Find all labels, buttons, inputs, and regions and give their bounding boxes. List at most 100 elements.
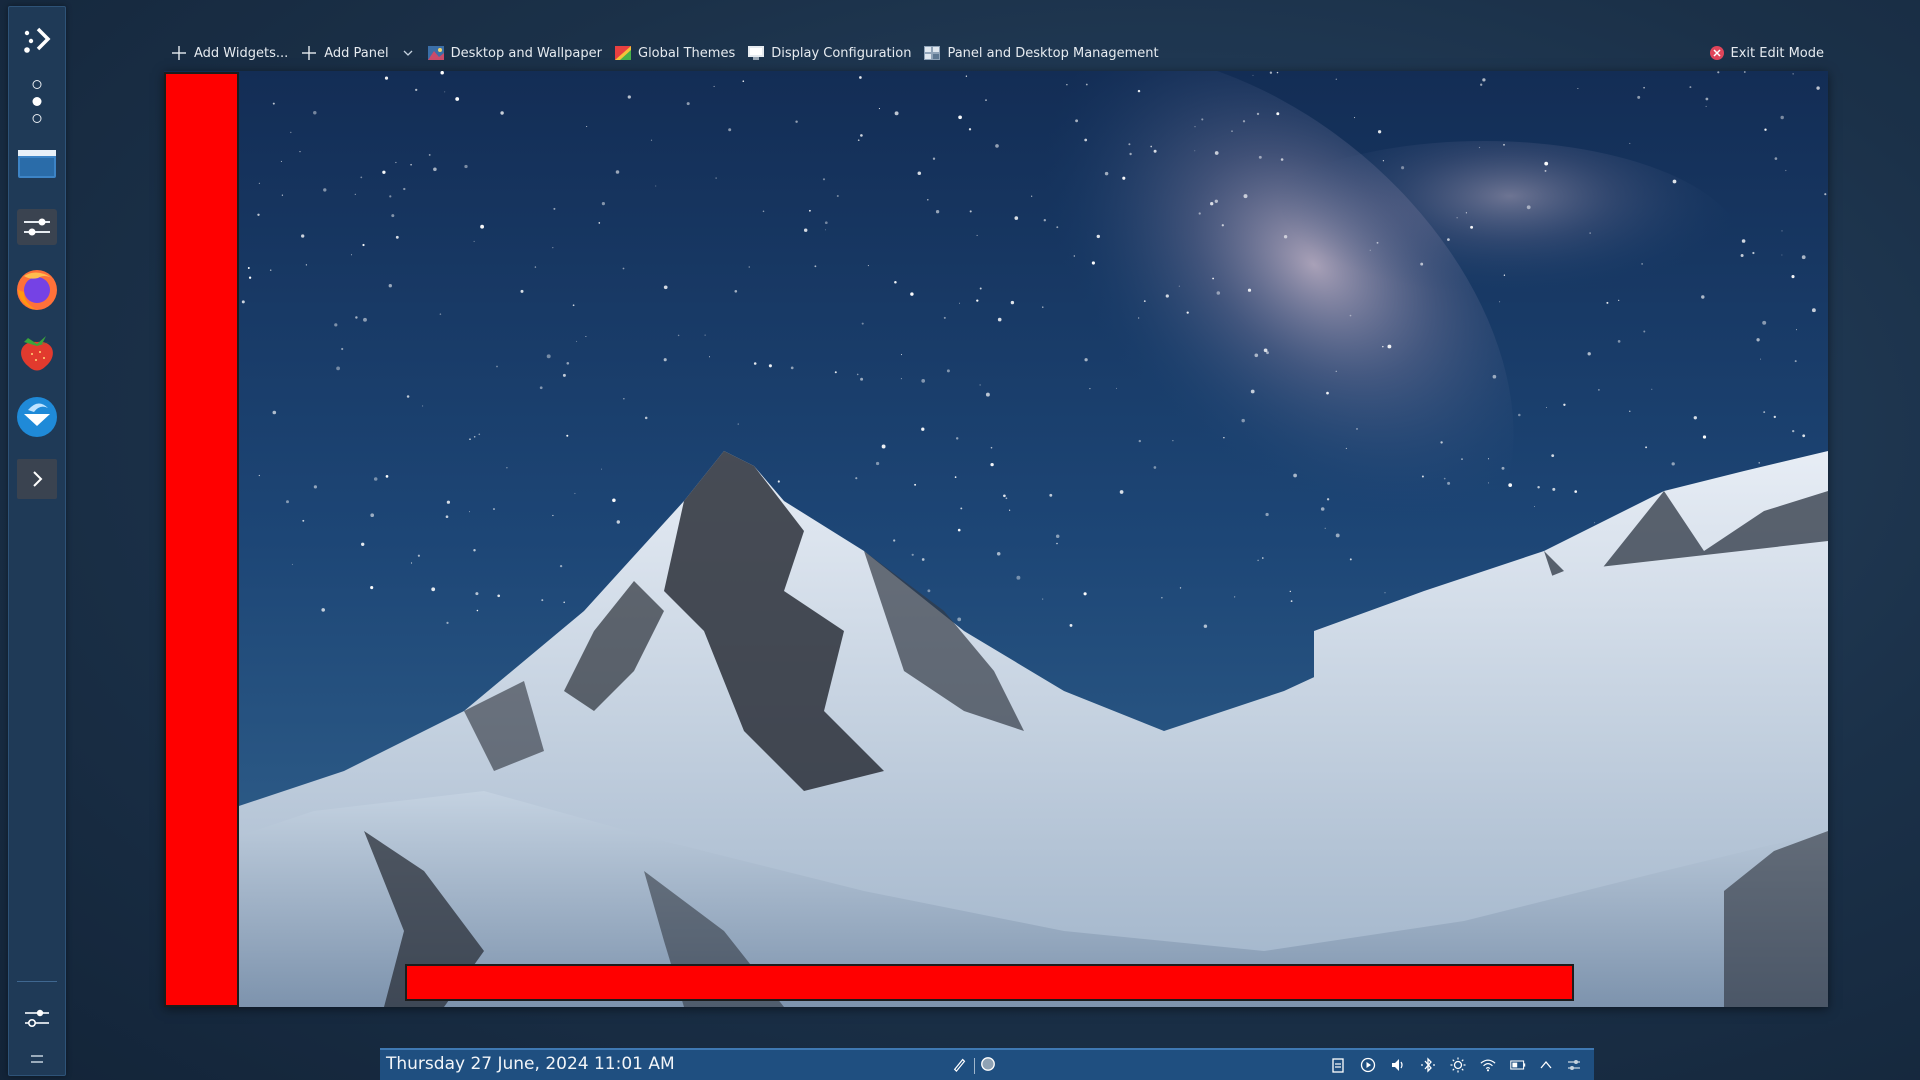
star	[500, 111, 504, 115]
exit-edit-mode-button[interactable]: Exit Edit Mode	[1705, 39, 1828, 67]
star	[1760, 358, 1762, 360]
panel-desktop-management-label: Panel and Desktop Management	[947, 45, 1159, 61]
star	[395, 235, 399, 239]
desktop-1-dot[interactable]	[32, 80, 42, 89]
star	[422, 405, 424, 407]
star	[1186, 311, 1189, 314]
star	[286, 500, 289, 504]
media-player-icon	[1360, 1057, 1376, 1073]
star	[601, 468, 602, 470]
star	[1534, 506, 1535, 507]
star	[475, 592, 479, 596]
wallpaper-icon	[427, 46, 444, 60]
star	[406, 395, 410, 398]
star	[1084, 358, 1088, 362]
star	[1480, 83, 1483, 86]
star	[1056, 226, 1059, 229]
desktop-wallpaper-button[interactable]: Desktop and Wallpaper	[423, 39, 606, 67]
star	[1231, 130, 1233, 132]
star	[910, 292, 914, 296]
star	[562, 373, 566, 377]
display-configuration-label: Display Configuration	[771, 45, 912, 61]
star	[299, 150, 301, 153]
star	[321, 608, 325, 612]
add-panel-button[interactable]: Add Panel	[296, 39, 418, 67]
thunderbird-launcher[interactable]	[13, 393, 61, 441]
brightness-tray-icon[interactable]	[1450, 1057, 1466, 1073]
app-launcher-button[interactable]	[17, 23, 57, 59]
bottom-panel-config-button[interactable]	[1566, 1057, 1582, 1073]
desktop-3-dot[interactable]	[32, 114, 42, 123]
star	[943, 316, 946, 319]
star	[1577, 87, 1579, 89]
bluetooth-tray-icon[interactable]	[1420, 1057, 1436, 1073]
star	[506, 467, 508, 469]
star	[708, 356, 711, 358]
star	[1138, 317, 1140, 319]
file-manager-launcher[interactable]	[15, 145, 59, 183]
firefox-launcher[interactable]	[13, 265, 61, 313]
star	[1243, 194, 1248, 199]
wifi-tray-icon[interactable]	[1480, 1057, 1496, 1073]
expand-panel-button[interactable]	[17, 459, 57, 499]
star	[1764, 128, 1767, 131]
system-settings-launcher[interactable]	[15, 207, 59, 247]
add-widgets-button[interactable]: Add Widgets...	[166, 39, 292, 67]
star	[960, 507, 963, 510]
global-themes-button[interactable]: Global Themes	[610, 39, 739, 67]
tray-expand-button[interactable]	[1538, 1057, 1554, 1073]
panel-resize-handle[interactable]	[27, 1051, 47, 1067]
desktop-wallpaper-label: Desktop and Wallpaper	[450, 45, 602, 61]
star	[417, 554, 420, 557]
star	[622, 267, 625, 270]
star	[1456, 217, 1458, 219]
star	[1773, 415, 1776, 419]
display-configuration-button[interactable]: Display Configuration	[743, 39, 915, 67]
star	[644, 416, 648, 420]
star	[1752, 251, 1755, 255]
star	[809, 209, 811, 212]
annotate-button[interactable]	[952, 1056, 968, 1073]
star	[1161, 597, 1163, 599]
star	[1705, 105, 1707, 107]
star	[1802, 434, 1806, 438]
pager-circle-button[interactable]	[980, 1056, 996, 1072]
star	[917, 171, 922, 176]
star	[469, 438, 471, 440]
star	[957, 617, 962, 622]
volume-tray-icon[interactable]	[1390, 1057, 1406, 1073]
panel-config-icon	[25, 1009, 49, 1028]
star	[713, 85, 715, 87]
star	[1055, 534, 1060, 538]
clipboard-tray-icon[interactable]	[1330, 1057, 1346, 1073]
star	[748, 266, 750, 268]
star	[1461, 458, 1463, 460]
star	[598, 222, 601, 224]
star	[881, 444, 886, 449]
star	[768, 364, 772, 368]
star	[373, 477, 378, 481]
panel-desktop-management-button[interactable]: Panel and Desktop Management	[919, 39, 1162, 67]
star	[354, 193, 356, 195]
star	[996, 552, 1001, 556]
star	[440, 71, 444, 75]
star	[272, 102, 275, 105]
star	[990, 462, 994, 467]
star	[955, 437, 959, 440]
panel-configure-button[interactable]	[20, 1003, 54, 1033]
desktop-2-dot[interactable]	[32, 97, 42, 106]
star	[1014, 216, 1019, 220]
star	[1478, 146, 1481, 149]
star	[1290, 600, 1293, 602]
global-themes-label: Global Themes	[638, 45, 736, 61]
plus-icon	[302, 46, 317, 60]
star	[1376, 241, 1379, 244]
star	[927, 199, 929, 201]
star	[601, 202, 605, 206]
pager-widget[interactable]	[9, 73, 65, 125]
media-player-tray-icon[interactable]	[1360, 1057, 1376, 1073]
digital-clock[interactable]: Thursday 27 June, 2024 11:01 AM	[386, 1054, 675, 1074]
strawberry-launcher[interactable]	[13, 329, 61, 375]
red-highlight-bottom	[405, 964, 1574, 1001]
battery-tray-icon[interactable]	[1510, 1057, 1526, 1073]
